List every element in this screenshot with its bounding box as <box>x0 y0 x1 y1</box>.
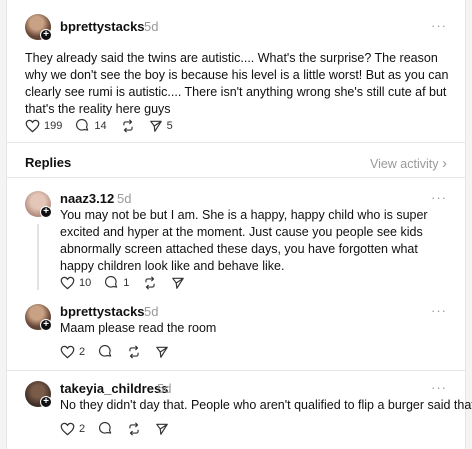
share-icon <box>156 423 168 435</box>
comment-icon <box>99 422 112 434</box>
timestamp: 5d <box>144 304 159 319</box>
share-icon <box>172 277 185 289</box>
repost-button[interactable] <box>127 345 141 359</box>
more-options-icon[interactable]: ··· <box>431 190 447 205</box>
reply-actions: 2 <box>60 345 183 359</box>
more-options-icon[interactable]: ··· <box>431 18 447 33</box>
view-activity-label: View activity <box>369 157 439 171</box>
post-actions: 199 14 5 <box>25 119 187 133</box>
repost-icon <box>145 276 156 290</box>
like-count: 2 <box>79 423 86 435</box>
comment-icon <box>99 345 112 357</box>
timestamp: 5d <box>157 381 172 396</box>
username[interactable]: takeyia_childress <box>60 381 168 396</box>
username[interactable]: naaz3.12 <box>60 191 114 206</box>
comment-button[interactable] <box>99 422 113 436</box>
like-button[interactable]: 2 <box>60 422 85 436</box>
share-count: 5 <box>166 120 173 132</box>
like-count: 2 <box>79 346 86 358</box>
heart-icon <box>60 345 75 359</box>
like-count: 10 <box>79 277 92 289</box>
share-icon <box>156 346 168 358</box>
follow-plus-icon[interactable]: + <box>40 319 52 331</box>
comment-icon <box>76 119 89 131</box>
more-options-icon[interactable]: ··· <box>431 380 447 395</box>
repost-button[interactable] <box>127 422 141 436</box>
reply-actions: 2 <box>60 422 183 436</box>
timestamp: 5d <box>144 19 159 34</box>
reply-actions: 10 1 <box>60 276 199 290</box>
repost-icon <box>129 422 139 436</box>
reply-text: You may not be but I am. She is a happy,… <box>60 208 428 273</box>
follow-plus-icon[interactable]: + <box>40 396 52 408</box>
share-button[interactable]: 5 <box>149 119 173 133</box>
divider <box>7 142 465 143</box>
like-button[interactable]: 199 <box>25 119 62 133</box>
share-button[interactable] <box>155 422 169 436</box>
thread-card: + bprettystacks 5d ··· They already said… <box>6 0 472 449</box>
heart-icon <box>60 276 75 290</box>
more-options-icon[interactable]: ··· <box>431 303 447 318</box>
replies-heading: Replies <box>25 155 72 170</box>
repost-icon <box>129 345 139 359</box>
follow-plus-icon[interactable]: + <box>40 206 52 218</box>
follow-plus-icon[interactable]: + <box>40 29 52 41</box>
share-icon <box>149 120 162 132</box>
username[interactable]: bprettystacks <box>60 304 145 319</box>
divider <box>7 370 465 371</box>
share-button[interactable] <box>155 345 169 359</box>
chevron-right-icon: › <box>442 155 447 172</box>
comment-icon <box>105 276 118 288</box>
share-button[interactable] <box>171 276 185 290</box>
heart-icon <box>60 422 75 436</box>
reply-text: No they didn't day that. People who aren… <box>60 398 472 412</box>
timestamp: 5d <box>117 191 132 206</box>
comment-count: 14 <box>94 120 107 132</box>
view-activity-link[interactable]: View activity › <box>370 155 447 172</box>
username[interactable]: bprettystacks <box>60 19 145 34</box>
comment-button[interactable]: 14 <box>76 119 107 133</box>
like-button[interactable]: 2 <box>60 345 85 359</box>
thread-line <box>37 224 39 290</box>
comment-button[interactable] <box>99 345 113 359</box>
like-button[interactable]: 10 <box>60 276 91 290</box>
repost-icon <box>122 119 133 133</box>
like-count: 199 <box>44 120 63 132</box>
divider <box>7 177 465 178</box>
repost-button[interactable] <box>143 276 157 290</box>
repost-button[interactable] <box>121 119 135 133</box>
comment-button[interactable]: 1 <box>105 276 129 290</box>
comment-count: 1 <box>123 277 130 289</box>
reply-text: Maam please read the room <box>60 321 217 335</box>
heart-icon <box>25 119 40 133</box>
post-text: They already said the twins are autistic… <box>25 51 449 116</box>
